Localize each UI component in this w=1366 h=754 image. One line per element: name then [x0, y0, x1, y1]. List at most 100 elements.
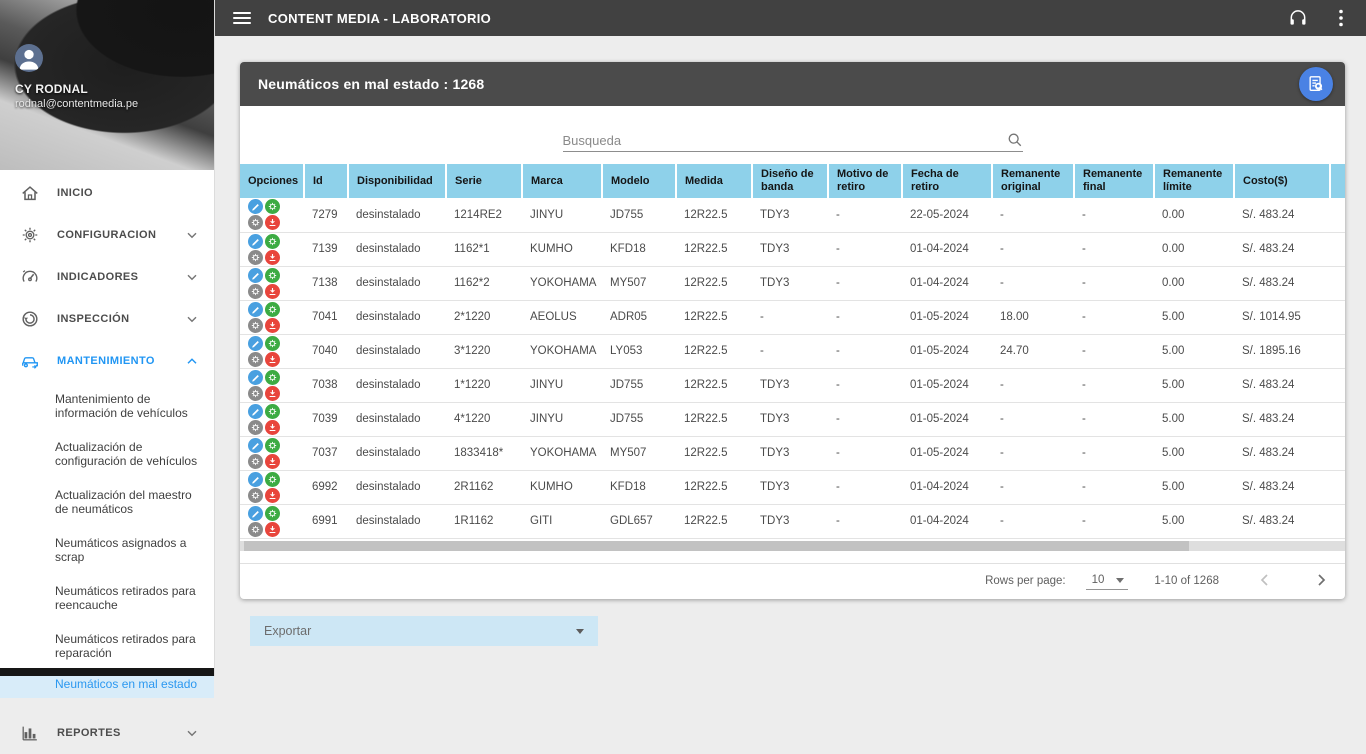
headphones-icon[interactable] [1288, 8, 1308, 28]
download-button[interactable] [265, 521, 280, 537]
download-button[interactable] [265, 283, 280, 299]
sidebar-item-configuracion[interactable]: CONFIGURACION [0, 214, 214, 256]
sidebar-item-mantenimiento[interactable]: MANTENIMIENTO [0, 340, 214, 382]
download-button[interactable] [265, 419, 280, 435]
settings-green-button[interactable] [265, 233, 280, 249]
avatar[interactable] [15, 44, 43, 72]
settings-green-button[interactable] [265, 267, 280, 283]
table-row: 7040 desinstalado 3*1220 YOKOHAMA LY053 12R22… [240, 334, 1345, 369]
settings-gray-button[interactable] [248, 249, 263, 265]
hamburger-menu-icon[interactable] [233, 12, 251, 24]
settings-gray-button[interactable] [248, 215, 263, 231]
download-icon [268, 218, 277, 227]
export-dropdown[interactable]: Exportar [250, 616, 598, 646]
cell-remanente_limite: 5.00 [1154, 368, 1234, 403]
sidebar-item-label: INICIO [57, 187, 94, 199]
search-input[interactable] [562, 132, 1007, 148]
download-button[interactable] [265, 453, 280, 469]
edit-button[interactable] [248, 301, 263, 317]
pencil-icon [251, 475, 260, 484]
sidebar-subitem-3[interactable]: Neumáticos asignados a scrap [0, 526, 214, 574]
cell-medida: 12R22.5 [676, 504, 752, 539]
sidebar-item-inicio[interactable]: INICIO [0, 172, 214, 214]
settings-gray-button[interactable] [248, 385, 263, 401]
cell-remanente_final: - [1074, 334, 1154, 369]
sidebar-item-reportes[interactable]: REPORTES [0, 712, 214, 754]
scrollbar-thumb[interactable] [244, 540, 1189, 551]
row-options [240, 232, 304, 267]
cell-motivo_retiro: - [828, 266, 902, 301]
edit-button[interactable] [248, 199, 263, 215]
download-button[interactable] [265, 385, 280, 401]
cell-id: 7038 [304, 368, 348, 403]
settings-gray-button[interactable] [248, 453, 263, 469]
document-search-button[interactable] [1299, 67, 1333, 101]
settings-green-button[interactable] [265, 471, 280, 487]
edit-button[interactable] [248, 335, 263, 351]
settings-green-button[interactable] [265, 437, 280, 453]
cell-motivo_retiro: - [828, 368, 902, 403]
user-name: CY RODNAL [15, 82, 88, 96]
settings-green-button[interactable] [265, 199, 280, 215]
horizontal-scrollbar[interactable] [240, 540, 1345, 551]
settings-gray-button[interactable] [248, 521, 263, 537]
settings-green-button[interactable] [265, 335, 280, 351]
row-options [240, 368, 304, 403]
settings-gray-button[interactable] [248, 487, 263, 503]
sidebar-subitem-4[interactable]: Neumáticos retirados para reencauche [0, 574, 214, 622]
cell-remanente_original: - [992, 504, 1074, 539]
cell-remanente_final: - [1074, 266, 1154, 301]
export-label: Exportar [264, 624, 312, 638]
edit-button[interactable] [248, 437, 263, 453]
download-button[interactable] [265, 317, 280, 333]
row-options [240, 436, 304, 471]
settings-gray-button[interactable] [248, 419, 263, 435]
cell-remanente_limite: 0.00 [1154, 198, 1234, 233]
edit-button[interactable] [248, 369, 263, 385]
kebab-menu-icon[interactable] [1334, 8, 1348, 28]
pencil-icon [251, 271, 260, 280]
download-button[interactable] [265, 351, 280, 367]
edit-button[interactable] [248, 403, 263, 419]
search-icon[interactable] [1007, 132, 1023, 148]
settings-gray-button[interactable] [248, 283, 263, 299]
cell-fecha_retiro: 01-05-2024 [902, 402, 992, 437]
gear-icon [251, 525, 260, 534]
cell-remanente_original: - [992, 266, 1074, 301]
download-button[interactable] [265, 249, 280, 265]
cell-motivo_retiro: - [828, 504, 902, 539]
edit-button[interactable] [248, 471, 263, 487]
cell-id: 7039 [304, 402, 348, 437]
previous-page-button[interactable] [1255, 571, 1275, 591]
cell-medida: 12R22.5 [676, 402, 752, 437]
cell-motivo_retiro: - [828, 198, 902, 233]
settings-gray-button[interactable] [248, 351, 263, 367]
cell-modelo: LY053 [602, 334, 676, 369]
table-row: 7279 desinstalado 1214RE2 JINYU JD755 12R22.5… [240, 198, 1345, 233]
cell-fecha_retiro: 01-04-2024 [902, 232, 992, 267]
cell-disponibilidad: desinstalado [348, 300, 446, 335]
sidebar-subitem-0[interactable]: Mantenimiento de información de vehículo… [0, 382, 214, 430]
download-button[interactable] [265, 487, 280, 503]
cell-diseno_banda: - [752, 300, 828, 335]
edit-button[interactable] [248, 233, 263, 249]
cell-modelo: KFD18 [602, 232, 676, 267]
sidebar-subitem-2[interactable]: Actualización del maestro de neumáticos [0, 478, 214, 526]
sidebar-subitem-1[interactable]: Actualización de configuración de vehícu… [0, 430, 214, 478]
download-button[interactable] [265, 215, 280, 231]
rows-per-page-select[interactable]: 10 [1085, 572, 1129, 590]
sidebar-item-inspeccion[interactable]: INSPECCIÓN [0, 298, 214, 340]
settings-green-button[interactable] [265, 369, 280, 385]
settings-green-button[interactable] [265, 505, 280, 521]
edit-button[interactable] [248, 267, 263, 283]
document-search-icon [1309, 76, 1323, 91]
sidebar-subitem-5[interactable]: Neumáticos retirados para reparación [0, 622, 214, 670]
settings-green-button[interactable] [265, 403, 280, 419]
pencil-icon [251, 202, 260, 211]
edit-button[interactable] [248, 505, 263, 521]
settings-gray-button[interactable] [248, 317, 263, 333]
settings-green-button[interactable] [265, 301, 280, 317]
sidebar-item-indicadores[interactable]: INDICADORES [0, 256, 214, 298]
cell-medida: 12R22.5 [676, 198, 752, 233]
next-page-button[interactable] [1311, 571, 1331, 591]
